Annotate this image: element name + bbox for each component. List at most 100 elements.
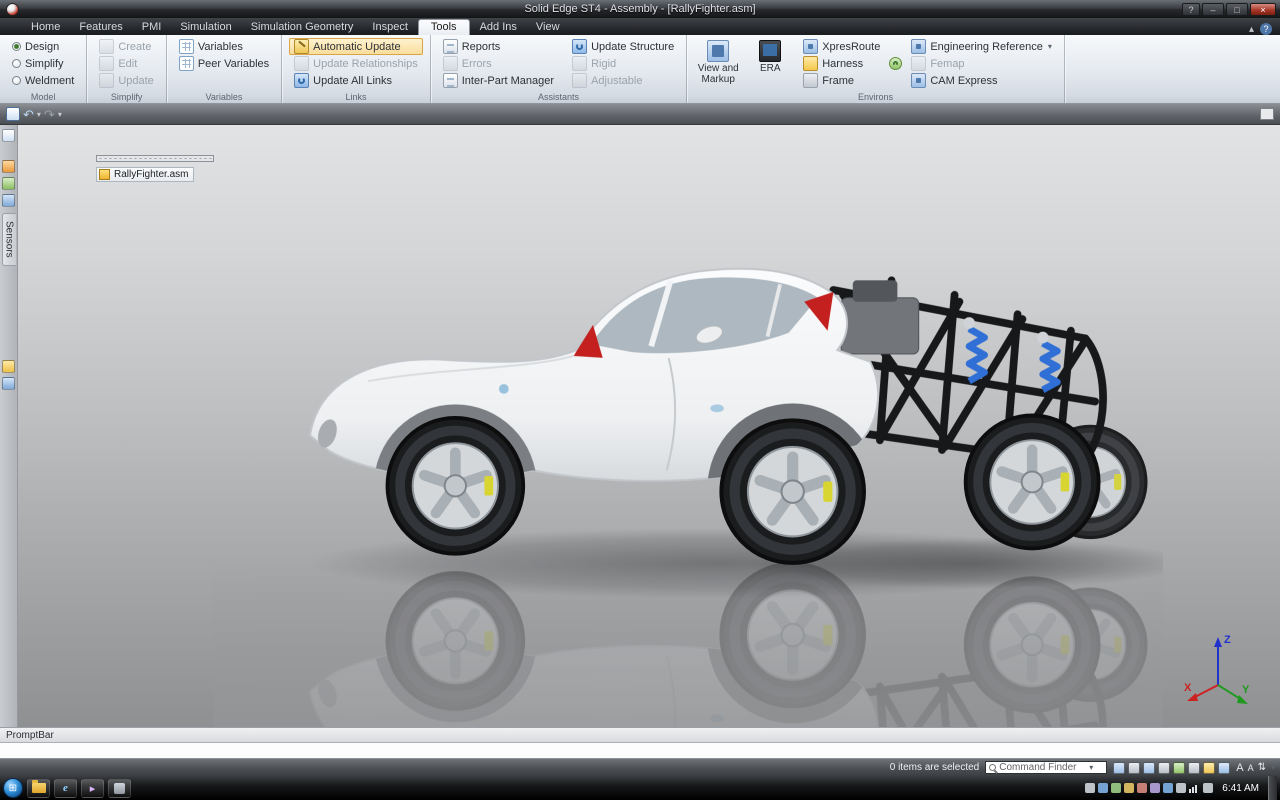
- tab-pmi[interactable]: PMI: [133, 19, 171, 35]
- tray-icon-5[interactable]: [1137, 783, 1147, 793]
- rotate-icon[interactable]: [1188, 762, 1200, 774]
- ribbon-item-edit[interactable]: Edit: [94, 55, 158, 72]
- zoom-icon[interactable]: [1158, 762, 1170, 774]
- tray-icon-1[interactable]: [1085, 783, 1095, 793]
- tray-icon-8[interactable]: [1176, 783, 1186, 793]
- ribbon-item-view-and-markup[interactable]: View and Markup: [694, 38, 742, 87]
- undo-dropdown-icon[interactable]: ▾: [37, 110, 41, 119]
- ribbon-item-inter-part-manager[interactable]: Inter-Part Manager: [438, 72, 559, 89]
- ribbon-item-update-relationships[interactable]: Update Relationships: [289, 55, 423, 72]
- refresh-environs-icon[interactable]: [889, 57, 902, 70]
- volume-icon[interactable]: [1203, 783, 1213, 793]
- text-scale-controls: A A ⇅ ▾: [1236, 762, 1275, 774]
- command-finder[interactable]: ▾: [985, 761, 1107, 774]
- application-window: Solid Edge ST4 - Assembly - [RallyFighte…: [0, 0, 1280, 800]
- update-relationships-icon: [294, 56, 309, 71]
- prompt-input-area[interactable]: [0, 743, 1280, 759]
- layers-tab-icon[interactable]: [2, 177, 15, 190]
- ribbon-item-update-all-links[interactable]: Update All Links: [289, 72, 423, 89]
- document-icon[interactable]: [6, 107, 20, 121]
- family-of-assemblies-icon[interactable]: [2, 360, 15, 373]
- tab-view[interactable]: View: [527, 19, 569, 35]
- library-tab-icon[interactable]: [2, 160, 15, 173]
- item-label: Adjustable: [591, 75, 642, 87]
- redo-icon[interactable]: ↷: [44, 108, 55, 121]
- taskbar-browser-button[interactable]: e: [54, 779, 77, 798]
- update-structure-icon: [572, 39, 587, 54]
- tab-add-ins[interactable]: Add Ins: [471, 19, 526, 35]
- ribbon-item-xpresroute[interactable]: XpresRoute: [798, 38, 885, 55]
- ribbon-item-adjustable[interactable]: Adjustable: [567, 72, 679, 89]
- ribbon-item-errors[interactable]: Errors: [438, 55, 559, 72]
- ribbon-item-cam-express[interactable]: CAM Express: [906, 72, 1057, 89]
- command-finder-caret-icon[interactable]: ▾: [1089, 763, 1093, 772]
- alternate-assemblies-icon[interactable]: [2, 377, 15, 390]
- taskbar-clock[interactable]: 6:41 AM: [1216, 783, 1265, 794]
- zoom-area-icon[interactable]: [1143, 762, 1155, 774]
- app-logo-icon[interactable]: [6, 3, 19, 16]
- tab-simulation-geometry[interactable]: Simulation Geometry: [242, 19, 363, 35]
- font-decrease-button[interactable]: A: [1248, 763, 1254, 773]
- tab-features[interactable]: Features: [70, 19, 131, 35]
- ribbon-item-frame[interactable]: Frame: [798, 72, 885, 89]
- pathfinder-tab-icon[interactable]: [2, 129, 15, 142]
- ribbon-item-update[interactable]: Update: [94, 72, 158, 89]
- car-3d-model[interactable]: [213, 125, 1163, 727]
- statusbar-caret-icon[interactable]: ▾: [1271, 763, 1275, 772]
- viewport-3d[interactable]: RallyFighter.asm: [18, 125, 1280, 727]
- redo-dropdown-icon[interactable]: ▾: [58, 110, 62, 119]
- named-views-icon[interactable]: [1203, 762, 1215, 774]
- ribbon-item-peer-variables[interactable]: Peer Variables: [174, 55, 274, 72]
- start-button[interactable]: ⊞: [3, 778, 23, 798]
- ribbon-item-reports[interactable]: Reports: [438, 38, 559, 55]
- taskbar-app-button[interactable]: [108, 779, 131, 798]
- ribbon-item-automatic-update[interactable]: Automatic Update: [289, 38, 423, 55]
- font-increase-button[interactable]: A: [1236, 762, 1243, 774]
- ribbon-item-simplify[interactable]: Simplify: [7, 55, 79, 72]
- help-button[interactable]: ?: [1182, 3, 1200, 16]
- tab-tools[interactable]: Tools: [418, 19, 470, 35]
- tray-icon-3[interactable]: [1111, 783, 1121, 793]
- tray-icon-7[interactable]: [1163, 783, 1173, 793]
- minimize-button[interactable]: –: [1202, 3, 1224, 16]
- scroll-updown-icon[interactable]: ⇅: [1258, 762, 1266, 773]
- network-icon[interactable]: [1189, 783, 1200, 793]
- select-tool-icon[interactable]: [1113, 762, 1125, 774]
- ribbon-item-rigid[interactable]: Rigid: [567, 55, 679, 72]
- ribbon-item-update-structure[interactable]: Update Structure: [567, 38, 679, 55]
- tree-root-item[interactable]: RallyFighter.asm: [96, 167, 194, 182]
- group-label: Links: [282, 92, 430, 102]
- ribbon-help-icon[interactable]: ?: [1260, 23, 1272, 35]
- undo-icon[interactable]: ↶: [23, 108, 34, 121]
- fit-icon[interactable]: [1173, 762, 1185, 774]
- edit-icon: [99, 56, 114, 71]
- command-finder-input[interactable]: [999, 762, 1085, 773]
- pan-icon[interactable]: [1128, 762, 1140, 774]
- tray-icon-2[interactable]: [1098, 783, 1108, 793]
- taskbar-media-button[interactable]: ▸: [81, 779, 104, 798]
- tray-icon-6[interactable]: [1150, 783, 1160, 793]
- window-controls: ? – □ ×: [1182, 3, 1280, 16]
- maximize-button[interactable]: □: [1226, 3, 1248, 16]
- minimize-ribbon-icon[interactable]: ▴: [1249, 24, 1254, 35]
- sensors-tab[interactable]: Sensors: [2, 213, 16, 266]
- taskbar-explorer-button[interactable]: [27, 779, 50, 798]
- ribbon-group-simplify: Create Edit Update Simplify: [87, 35, 166, 103]
- selection-tab-icon[interactable]: [2, 194, 15, 207]
- ribbon-item-era[interactable]: ERA: [746, 38, 794, 77]
- tab-home[interactable]: Home: [22, 19, 69, 35]
- ribbon-item-design[interactable]: Design: [7, 38, 79, 55]
- show-desktop-button[interactable]: [1268, 776, 1277, 800]
- close-button[interactable]: ×: [1250, 3, 1276, 16]
- tab-simulation[interactable]: Simulation: [171, 19, 240, 35]
- drag-handle[interactable]: [96, 155, 214, 162]
- view-styles-icon[interactable]: [1218, 762, 1230, 774]
- ribbon-item-variables[interactable]: Variables: [174, 38, 274, 55]
- ribbon-item-femap[interactable]: Femap: [906, 55, 1057, 72]
- ribbon-item-create[interactable]: Create: [94, 38, 158, 55]
- ribbon-item-engineering-reference[interactable]: Engineering Reference ▾: [906, 38, 1057, 55]
- ribbon-item-weldment[interactable]: Weldment: [7, 72, 79, 89]
- ribbon-item-harness[interactable]: Harness: [798, 55, 885, 72]
- tray-icon-4[interactable]: [1124, 783, 1134, 793]
- tab-inspect[interactable]: Inspect: [363, 19, 416, 35]
